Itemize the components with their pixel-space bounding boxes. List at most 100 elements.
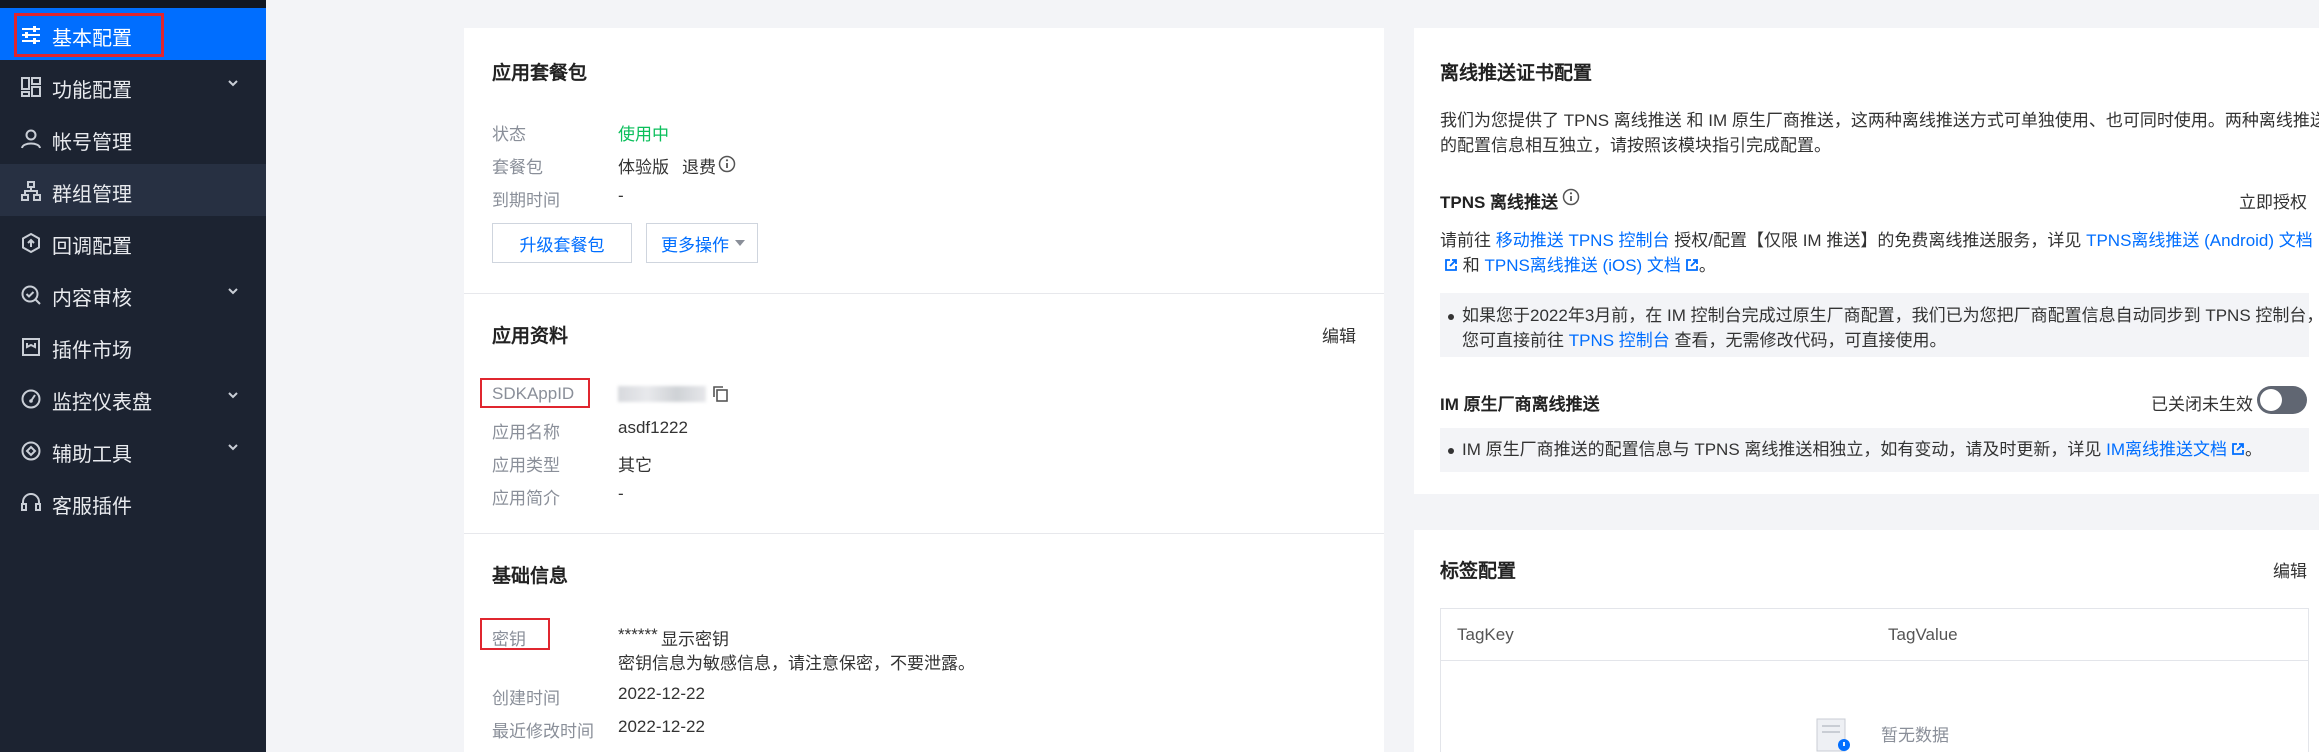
grid-icon — [21, 77, 41, 97]
im-push-doc-link[interactable]: IM离线推送文档 — [2106, 440, 2227, 459]
highlight-box — [480, 618, 550, 650]
empty-data-text: 暂无数据 — [1881, 726, 1949, 745]
key-value: ****** — [618, 625, 658, 644]
sidebar-item-label: 回调配置 — [52, 236, 132, 258]
sidebar-item-label: 插件市场 — [52, 340, 132, 362]
tpns-desc-text: 请前往 — [1440, 231, 1491, 250]
app-overview-card: 应用套餐包 状态 使用中 套餐包 体验版 退费 到期时间 - 升级套餐包 更多操… — [464, 28, 1384, 752]
sidebar-item-account[interactable]: 帐号管理 — [0, 112, 266, 164]
note-text: IM 原生厂商推送的配置信息与 TPNS 离线推送相独立，如有变动，请及时更新，… — [1462, 440, 2102, 459]
app-name-value: asdf1222 — [618, 418, 688, 437]
sidebar-item-content-review[interactable]: 内容审核 — [0, 268, 266, 320]
sidebar-item-feature-config[interactable]: 功能配置 — [0, 60, 266, 112]
highlight-box — [480, 378, 590, 408]
push-intro-line2: 的配置信息相互独立，请按照该模块指引完成配置。 — [1440, 136, 1831, 155]
empty-data-icon — [1816, 718, 1850, 752]
sidebar-item-label: 群组管理 — [52, 184, 132, 206]
sidebar-item-aux-tools[interactable]: 辅助工具 — [0, 424, 266, 476]
tpns-android-doc-link[interactable]: TPNS离线推送 (Android) 文档 — [2086, 231, 2313, 250]
plugin-icon — [22, 338, 40, 356]
tpns-ios-doc-link[interactable]: TPNS离线推送 (iOS) 文档 — [1484, 256, 1680, 275]
sidebar-item-group[interactable]: 群组管理 — [0, 164, 266, 216]
user-icon — [21, 129, 41, 149]
im-vendor-push-title: IM 原生厂商离线推送 — [1440, 395, 1600, 414]
sidebar-item-label: 监控仪表盘 — [52, 392, 152, 414]
app-info-edit-link[interactable]: 编辑 — [1322, 322, 1356, 347]
note-text: 如果您于2022年3月前，在 IM 控制台完成过原生厂商配置，我们已为您把厂商配… — [1462, 306, 2319, 325]
sidebar-item-plugin-market[interactable]: 插件市场 — [0, 320, 266, 372]
bullet — [1448, 447, 1454, 454]
show-key-link[interactable]: 显示密钥 — [661, 625, 729, 650]
tpns-desc-line2: 和 TPNS离线推送 (iOS) 文档。 — [1440, 253, 1716, 278]
sidebar-top-bar — [0, 0, 266, 8]
caret-down-icon — [735, 240, 745, 246]
app-type-label: 应用类型 — [492, 456, 560, 475]
bullet — [1448, 313, 1454, 320]
tpns-console-link-2[interactable]: TPNS 控制台 — [1569, 331, 1670, 350]
external-link-icon[interactable] — [2231, 442, 2245, 456]
sidebar-item-cs-plugin[interactable]: 客服插件 — [0, 476, 266, 528]
app-name-label: 应用名称 — [492, 423, 560, 442]
tpns-desc-line1: 请前往 移动推送 TPNS 控制台 授权/配置【仅限 IM 推送】的免费离线推送… — [1440, 228, 2319, 253]
app-type-value: 其它 — [618, 456, 652, 475]
external-link-icon[interactable] — [1685, 258, 1699, 272]
key-sensitivity-note: 密钥信息为敏感信息，请注意保密，不要泄露。 — [618, 654, 975, 673]
package-section-title: 应用套餐包 — [492, 63, 588, 84]
chevron-down-icon — [228, 80, 238, 87]
authorize-now-link[interactable]: 立即授权 — [2239, 188, 2307, 213]
app-intro-label: 应用简介 — [492, 489, 560, 508]
sidebar-item-label: 帐号管理 — [52, 132, 132, 154]
tag-section-title: 标签配置 — [1440, 561, 1517, 582]
refund-link[interactable]: 退费 — [682, 153, 716, 178]
highlight-box — [14, 13, 164, 57]
toggle-knob — [2260, 389, 2282, 411]
tag-edit-link[interactable]: 编辑 — [2273, 557, 2307, 582]
sidebar: 基本配置 功能配置 帐号管理 群组管理 回调配置 内容审核 插件市场 监控仪表盘… — [0, 0, 266, 752]
modified-time-label: 最近修改时间 — [492, 722, 594, 741]
sitemap-icon — [21, 181, 41, 201]
tool-icon — [21, 441, 41, 461]
chevron-down-icon — [228, 288, 238, 295]
column-header-tagkey: TagKey — [1457, 625, 1514, 644]
tpns-console-link[interactable]: 移动推送 TPNS 控制台 — [1496, 231, 1670, 250]
tag-table-header — [1441, 609, 2308, 661]
info-icon[interactable] — [718, 155, 736, 173]
upgrade-package-button[interactable]: 升级套餐包 — [492, 223, 632, 263]
note-text: 查看，无需修改代码，可直接使用。 — [1674, 331, 1947, 350]
tag-table: TagKey TagValue 暂无数据 — [1440, 608, 2309, 752]
sidebar-item-monitor-dashboard[interactable]: 监控仪表盘 — [0, 372, 266, 424]
sidebar-item-label: 辅助工具 — [52, 444, 132, 466]
app-info-section-title: 应用资料 — [492, 326, 569, 347]
more-actions-dropdown[interactable]: 更多操作 — [646, 223, 758, 263]
created-time-value: 2022-12-22 — [618, 684, 705, 703]
vendor-push-toggle[interactable] — [2257, 386, 2307, 414]
status-badge: 使用中 — [618, 125, 669, 144]
column-header-tagvalue: TagValue — [1888, 625, 1958, 644]
vendor-push-status: 已关闭未生效 — [2151, 395, 2253, 414]
tpns-title: TPNS 离线推送 — [1440, 193, 1559, 212]
tag-config-card: 标签配置 编辑 TagKey TagValue 暂无数据 — [1414, 530, 2319, 752]
note-text: 您可直接前往 — [1462, 331, 1564, 350]
copy-icon[interactable] — [712, 385, 729, 403]
tpns-desc-text: 授权/配置【仅限 IM 推送】的免费离线推送服务，详见 — [1674, 231, 2082, 250]
gauge-icon — [21, 389, 41, 409]
external-link-icon[interactable] — [1444, 258, 1458, 272]
info-icon[interactable] — [1562, 188, 1580, 206]
expire-label: 到期时间 — [492, 191, 560, 210]
tpns-desc-text: 。 — [1698, 256, 1716, 275]
app-intro-value: - — [618, 484, 624, 503]
sdkappid-value-redacted — [618, 386, 706, 402]
created-time-label: 创建时间 — [492, 689, 560, 708]
plan-label: 套餐包 — [492, 158, 543, 177]
im-vendor-note: IM 原生厂商推送的配置信息与 TPNS 离线推送相独立，如有变动，请及时更新，… — [1440, 428, 2309, 472]
headset-icon — [21, 493, 41, 511]
more-actions-label: 更多操作 — [661, 235, 729, 255]
status-label: 状态 — [492, 125, 526, 144]
basic-info-section-title: 基础信息 — [492, 566, 569, 587]
sidebar-item-callback[interactable]: 回调配置 — [0, 216, 266, 268]
search-check-icon — [21, 285, 41, 305]
sidebar-item-label: 客服插件 — [52, 496, 132, 518]
chevron-down-icon — [228, 444, 238, 451]
divider — [464, 533, 1384, 534]
note-text: 。 — [2245, 440, 2263, 459]
